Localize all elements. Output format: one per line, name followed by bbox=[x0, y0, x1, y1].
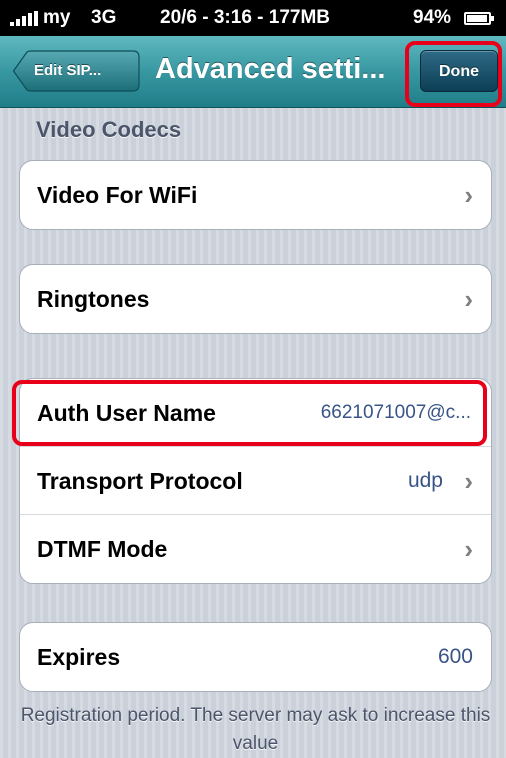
ringtones-row[interactable]: Ringtones › bbox=[20, 265, 491, 333]
carrier-name: my bbox=[43, 7, 71, 28]
transport-protocol-row[interactable]: Transport Protocol udp › bbox=[20, 447, 491, 515]
video-for-wifi-row[interactable]: Video For WiFi › bbox=[20, 161, 491, 229]
account-group: Auth User Name 6621071007@c... Transport… bbox=[19, 378, 492, 584]
auth-user-name-value: 6621071007@c... bbox=[320, 402, 471, 423]
video-group: Video For WiFi › bbox=[19, 160, 492, 230]
auth-user-name-row[interactable]: Auth User Name 6621071007@c... bbox=[20, 379, 491, 447]
auth-user-name-label: Auth User Name bbox=[37, 400, 216, 426]
status-bar: my 3G 20/6 - 3:16 - 177MB 94% bbox=[0, 0, 506, 36]
status-clock: 20/6 - 3:16 - 177MB bbox=[160, 7, 331, 28]
battery-percent: 94% bbox=[413, 7, 452, 28]
transport-protocol-value: udp bbox=[407, 469, 443, 492]
chevron-right-icon: › bbox=[464, 284, 473, 314]
expires-value: 600 bbox=[437, 645, 473, 668]
signal-bars-icon bbox=[10, 11, 38, 26]
dtmf-mode-label: DTMF Mode bbox=[37, 536, 168, 562]
expires-label: Expires bbox=[37, 644, 121, 670]
page-title: Advanced setti... bbox=[155, 53, 386, 85]
back-button[interactable]: Edit SIP... bbox=[12, 50, 140, 92]
chevron-right-icon: › bbox=[464, 466, 473, 496]
ringtones-group: Ringtones › bbox=[19, 264, 492, 334]
network-type: 3G bbox=[91, 7, 117, 28]
ringtones-label: Ringtones bbox=[37, 286, 150, 312]
done-button[interactable]: Done bbox=[420, 50, 498, 92]
expires-group: Expires 600 bbox=[19, 622, 492, 692]
video-for-wifi-label: Video For WiFi bbox=[37, 182, 198, 208]
dtmf-mode-row[interactable]: DTMF Mode › bbox=[20, 515, 491, 583]
chevron-right-icon: › bbox=[464, 180, 473, 210]
section-header-video-codecs: Video Codecs bbox=[36, 117, 182, 142]
back-button-label: Edit SIP... bbox=[34, 62, 102, 79]
expires-row[interactable]: Expires 600 bbox=[20, 623, 491, 691]
expires-footer-note: Registration period. The server may ask … bbox=[20, 705, 491, 754]
navigation-bar: Edit SIP... Advanced setti... Done bbox=[0, 36, 506, 108]
battery-icon bbox=[464, 12, 494, 25]
chevron-right-icon: › bbox=[464, 534, 473, 564]
transport-protocol-label: Transport Protocol bbox=[37, 468, 243, 494]
